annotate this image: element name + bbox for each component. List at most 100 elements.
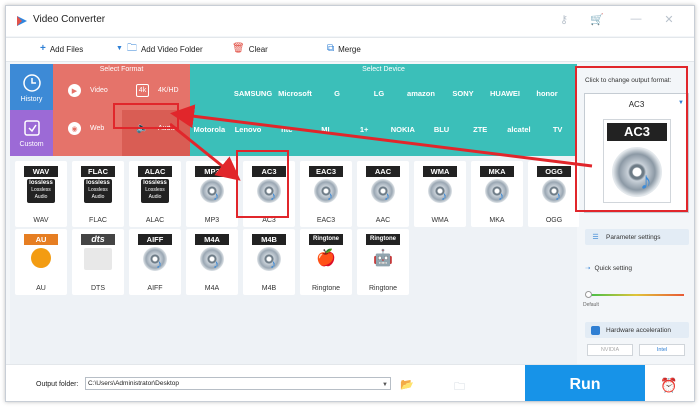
video-category[interactable]: ▶ Video bbox=[68, 84, 108, 97]
format-tile-ringtone[interactable]: Ringtone 🍎 Ringtone bbox=[300, 229, 352, 295]
bottom-bar: Output folder: C:\Users\Administrator\De… bbox=[6, 364, 694, 401]
key-icon[interactable]: ⚷ bbox=[556, 13, 572, 26]
format-tile-m4a[interactable]: M4A ♪ M4A bbox=[186, 229, 238, 295]
custom-icon bbox=[23, 120, 40, 136]
add-video-folder-button[interactable]: ▼ 🗀 Add Video Folder bbox=[116, 44, 203, 54]
format-tile-wma[interactable]: WMA ♪ WMA bbox=[414, 161, 466, 227]
format-tile-au[interactable]: AU AU bbox=[15, 229, 67, 295]
device-alcatel[interactable]: alcatel bbox=[500, 112, 539, 146]
close-icon[interactable]: ✕ bbox=[661, 13, 677, 26]
minimize-icon[interactable]: — bbox=[628, 13, 644, 25]
output-format-thumbnail: AC3 ♪ bbox=[603, 119, 671, 203]
format-tile-ac3[interactable]: AC3 ♪ AC3 bbox=[243, 161, 295, 227]
device-tv[interactable]: TV bbox=[538, 112, 577, 146]
format-tile-aiff[interactable]: AIFF ♪ AIFF bbox=[129, 229, 181, 295]
output-format-name: AC3 bbox=[628, 100, 645, 109]
format-label: MP3 bbox=[204, 217, 220, 224]
format-tile-ogg[interactable]: OGG ♪ OGG bbox=[528, 161, 580, 227]
format-thumbnail: AC3 ♪ bbox=[252, 166, 286, 206]
format-tile-aac[interactable]: AAC ♪ AAC bbox=[357, 161, 409, 227]
history-label: History bbox=[20, 96, 43, 103]
format-tile-m4b[interactable]: M4B ♪ M4B bbox=[243, 229, 295, 295]
cart-icon[interactable]: 🛒 bbox=[589, 13, 605, 26]
dts-surround-icon bbox=[84, 248, 112, 270]
hardware-acceleration-label: Hardware acceleration bbox=[606, 326, 672, 334]
hd-label: 4K/HD bbox=[158, 87, 179, 94]
format-tile-flac[interactable]: FLAC lossless Lossless Audio FLAC bbox=[72, 161, 124, 227]
output-format-selector[interactable]: AC3 ▼ AC3 ♪ bbox=[584, 93, 689, 213]
format-tile-alac[interactable]: ALAC lossless Lossless Audio ALAC bbox=[129, 161, 181, 227]
browse-folder-icon[interactable]: 🗀 bbox=[454, 378, 465, 397]
format-badge: AAC bbox=[366, 166, 400, 177]
clear-button[interactable]: 🗑 Clear bbox=[232, 44, 268, 54]
format-tile-eac3[interactable]: EAC3 ♪ EAC3 bbox=[300, 161, 352, 227]
format-badge: Ringtone bbox=[366, 234, 400, 245]
lossless-text: lossless bbox=[29, 180, 53, 186]
format-thumbnail: AIFF ♪ bbox=[138, 234, 172, 274]
device-sony[interactable]: SONY bbox=[442, 76, 484, 110]
device-lenovo[interactable]: Lenovo bbox=[229, 112, 268, 146]
format-thumbnail: OGG ♪ bbox=[537, 166, 571, 206]
device-honor[interactable]: honor bbox=[526, 76, 568, 110]
output-format-label: Click to change output format: bbox=[585, 77, 672, 84]
format-tile-dts[interactable]: dts DTS bbox=[72, 229, 124, 295]
device-htc[interactable]: htc bbox=[267, 112, 306, 146]
open-folder-icon[interactable]: 📂 bbox=[400, 378, 414, 391]
format-badge: WMA bbox=[423, 166, 457, 177]
format-tile-ringtone[interactable]: Ringtone 🤖 Ringtone bbox=[357, 229, 409, 295]
intel-option[interactable]: Intel bbox=[639, 344, 685, 356]
format-badge: Ringtone bbox=[309, 234, 343, 245]
audio-category[interactable]: 🔈 Audio bbox=[136, 122, 176, 135]
hd-category[interactable]: 4k 4K/HD bbox=[136, 84, 179, 97]
format-tile-wav[interactable]: WAV lossless Lossless Audio WAV bbox=[15, 161, 67, 227]
device-zte[interactable]: ZTE bbox=[461, 112, 500, 146]
format-badge: MP3 bbox=[195, 166, 229, 177]
device-huawei[interactable]: HUAWEI bbox=[484, 76, 526, 110]
parameter-settings-button[interactable]: ☰ Parameter settings bbox=[585, 229, 689, 245]
format-badge: AU bbox=[24, 234, 58, 245]
format-label: WAV bbox=[33, 217, 49, 224]
music-note-icon: ♪ bbox=[555, 189, 561, 203]
device-nokia[interactable]: NOKIA bbox=[384, 112, 423, 146]
add-files-button[interactable]: + Add Files bbox=[40, 44, 83, 54]
music-note-icon: ♪ bbox=[441, 189, 447, 203]
device-samsung[interactable]: SAMSUNG bbox=[232, 76, 274, 110]
device-lg[interactable]: LG bbox=[358, 76, 400, 110]
alarm-clock-icon[interactable]: ⏰ bbox=[660, 377, 677, 394]
sliders-icon: ☰ bbox=[592, 233, 599, 241]
lossless-icon: lossless Lossless Audio bbox=[27, 179, 55, 203]
lossless-sub: Lossless Audio bbox=[31, 187, 51, 200]
nvidia-option[interactable]: NVIDIA bbox=[587, 344, 633, 356]
format-label: OGG bbox=[545, 217, 563, 224]
run-button[interactable]: Run bbox=[525, 365, 645, 401]
format-panel: History Custom Select Format ▶ Video 4k … bbox=[10, 64, 599, 364]
format-badge: AIFF bbox=[138, 234, 172, 245]
apple-icon: 🍎 bbox=[316, 250, 336, 267]
format-tile-mp3[interactable]: MP3 ♪ MP3 bbox=[186, 161, 238, 227]
web-category[interactable]: ◉ Web bbox=[68, 122, 104, 135]
android-icon: 🤖 bbox=[373, 250, 393, 267]
lossless-sub: Lossless Audio bbox=[145, 187, 165, 200]
format-tile-mka[interactable]: MKA ♪ MKA bbox=[471, 161, 523, 227]
device-microsoft[interactable]: Microsoft bbox=[274, 76, 316, 110]
device-1-[interactable]: 1+ bbox=[345, 112, 384, 146]
device-motorola[interactable]: Motorola bbox=[190, 112, 229, 146]
format-thumbnail: dts bbox=[81, 234, 115, 274]
device-g[interactable]: G bbox=[316, 76, 358, 110]
quality-slider[interactable] bbox=[585, 291, 684, 298]
dropdown-arrow-icon[interactable]: ▼ bbox=[382, 380, 388, 391]
hardware-acceleration-button[interactable]: Hardware acceleration bbox=[585, 322, 689, 338]
history-button[interactable]: History bbox=[10, 68, 53, 108]
custom-button[interactable]: Custom bbox=[10, 112, 53, 154]
play-icon: ▶ bbox=[68, 84, 81, 97]
music-note-icon: ♪ bbox=[270, 257, 276, 271]
device-amazon[interactable]: amazon bbox=[400, 76, 442, 110]
slider-knob[interactable] bbox=[585, 291, 592, 298]
merge-button[interactable]: ⧉ Merge bbox=[327, 44, 361, 54]
apple-icon[interactable] bbox=[190, 76, 232, 110]
quick-setting-label: Quick setting bbox=[594, 264, 633, 272]
device-mi[interactable]: MI bbox=[306, 112, 345, 146]
format-label: Ringtone bbox=[368, 285, 398, 292]
device-blu[interactable]: BLU bbox=[422, 112, 461, 146]
output-folder-field[interactable]: C:\Users\Administrator\Desktop ▼ bbox=[85, 377, 391, 390]
